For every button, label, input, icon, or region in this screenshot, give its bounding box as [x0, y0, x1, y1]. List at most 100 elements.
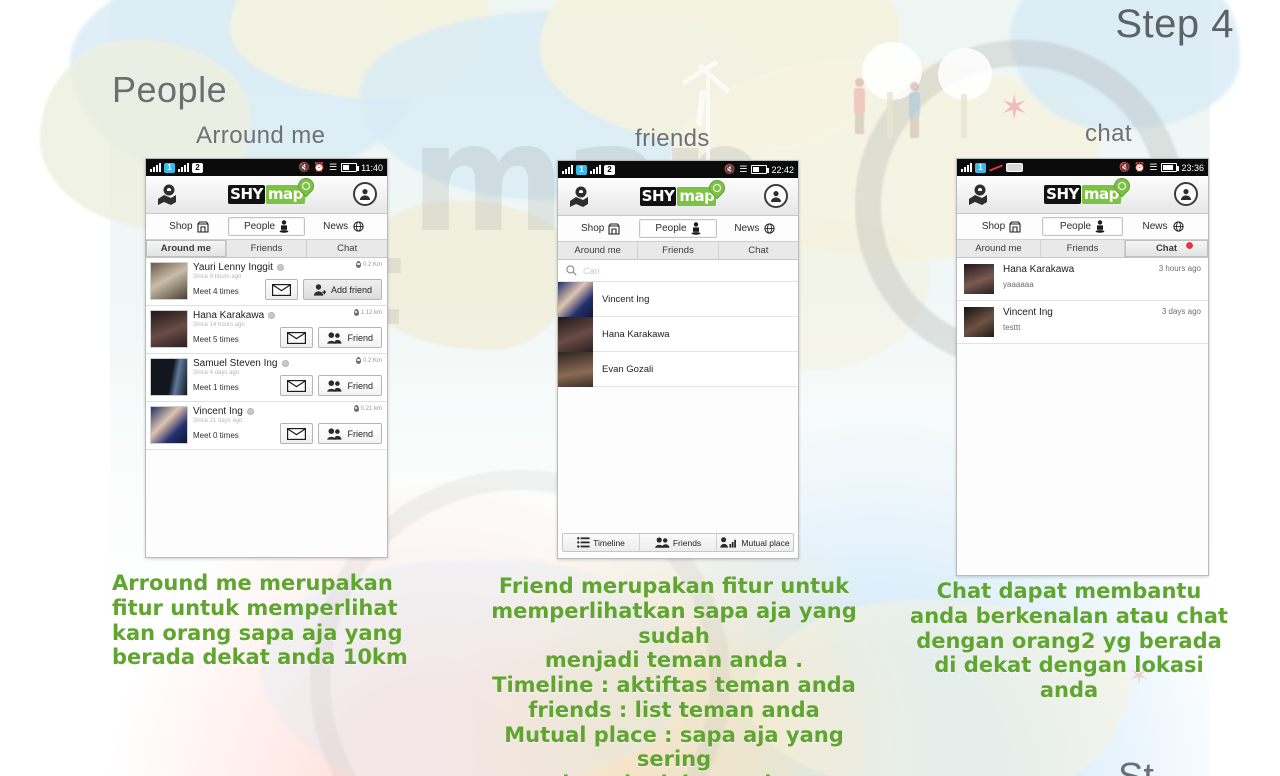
signal-bars-icon: [590, 165, 601, 174]
map-pin-icon[interactable]: [566, 184, 592, 210]
nav-shop-label: Shop: [169, 221, 193, 232]
status-bar: 1 2 🔇 ☰ 22:42: [558, 161, 798, 178]
list-item[interactable]: Yauri Lenny Inggit Since 9 hours ago Mee…: [146, 258, 387, 306]
avatar: [150, 310, 188, 348]
nav-people-label: People: [243, 221, 276, 232]
nav-people-label: People: [1059, 221, 1092, 232]
nav-people[interactable]: People: [227, 217, 306, 236]
bottom-nav-friends[interactable]: Friends: [640, 534, 717, 551]
nav-news[interactable]: News: [305, 217, 383, 236]
profile-avatar-icon[interactable]: [764, 183, 790, 210]
globe-icon: [353, 221, 364, 232]
tab-around-me[interactable]: Around me: [558, 242, 639, 259]
friends-list: Vincent Ing Hana Karakawa Evan Gozali: [558, 281, 798, 387]
list-item[interactable]: Hana Karakawa yaaaaaa 3 hours ago: [957, 258, 1208, 301]
nav-people[interactable]: People: [1042, 217, 1123, 236]
phone-screenshot-friends: 1 2 🔇 ☰ 22:42 SHY map Shop People News A…: [557, 160, 799, 559]
nav-shop[interactable]: Shop: [150, 217, 228, 236]
nav-people-label: People: [655, 223, 687, 234]
list-item[interactable]: Vincent Ing: [558, 281, 798, 317]
person-distance: 0.2 Km: [355, 261, 382, 268]
nav-news[interactable]: News: [1123, 217, 1204, 236]
nav-news[interactable]: News: [717, 219, 794, 238]
friend-button[interactable]: Friend: [318, 327, 382, 348]
tab-chat[interactable]: Chat: [719, 242, 798, 259]
add-friend-button[interactable]: Add friend: [302, 279, 382, 300]
shop-icon: [1009, 220, 1021, 233]
tab-chat[interactable]: Chat: [1125, 240, 1208, 257]
avatar: [964, 264, 994, 294]
pin-icon: [353, 309, 359, 316]
list-item[interactable]: Hana Karakawa: [558, 316, 798, 352]
status-dot-icon: [276, 264, 284, 271]
tab-friends[interactable]: Friends: [227, 240, 308, 257]
secondary-tabs: Around me Friends Chat: [558, 242, 798, 260]
tab-friends[interactable]: Friends: [1041, 240, 1125, 257]
logo-shy-text: SHY: [228, 185, 265, 204]
tab-around-me[interactable]: Around me: [957, 240, 1041, 257]
sim2-badge: 2: [604, 164, 615, 175]
signal-bars-icon: [178, 163, 189, 172]
logo-shy-text: SHY: [1044, 185, 1081, 204]
person-name: Yauri Lenny Inggit: [193, 262, 273, 273]
globe-icon: [764, 223, 775, 234]
message-button[interactable]: [280, 375, 314, 396]
nav-news-label: News: [734, 223, 760, 234]
bottom-nav-mutual-place[interactable]: Mutual place: [717, 534, 793, 551]
list-item[interactable]: Vincent Ing testtt 3 days ago: [957, 301, 1208, 344]
list-item[interactable]: Samuel Steven Ing Since 4 days ago Meet …: [146, 354, 387, 402]
status-dot-icon: [246, 408, 254, 415]
tab-around-me[interactable]: Around me: [146, 240, 227, 257]
add-person-icon: [313, 283, 326, 296]
caption-around-me: Arround me merupakan fitur untuk memperl…: [112, 571, 408, 670]
friend-button[interactable]: Friend: [318, 375, 382, 396]
bottom-step-partial: St: [1118, 756, 1154, 776]
map-pin-icon[interactable]: [965, 182, 991, 208]
bottom-nav-timeline[interactable]: Timeline: [563, 534, 640, 551]
caption-friends: Friend merupakan fitur untuk memperlihat…: [491, 574, 857, 776]
message-button[interactable]: [264, 279, 298, 300]
app-logo: SHY map: [1044, 174, 1134, 204]
status-dot-icon: [268, 312, 276, 319]
friend-name: Vincent Ing: [602, 293, 650, 305]
friend-label: Friend: [347, 332, 373, 343]
thread-message: testtt: [1003, 323, 1021, 332]
pin-icon: [353, 405, 359, 412]
message-button[interactable]: [280, 327, 314, 348]
app-header: SHY map: [957, 174, 1208, 214]
primary-nav: Shop People News: [957, 214, 1208, 240]
column-title-chat: chat: [1085, 120, 1132, 147]
status-time: 23:36: [1181, 162, 1204, 173]
list-item[interactable]: Vincent Ing Since 21 days ago Meet 0 tim…: [146, 402, 387, 450]
profile-avatar-icon[interactable]: [1174, 181, 1200, 208]
tab-friends[interactable]: Friends: [638, 242, 719, 259]
wifi-icon: ☰: [739, 164, 748, 174]
mute-icon: 🔇: [298, 162, 310, 172]
list-item[interactable]: Evan Gozali: [558, 351, 798, 387]
friend-label: Friend: [347, 380, 373, 391]
nav-people[interactable]: People: [639, 219, 717, 238]
signal-bars-icon: [562, 165, 573, 174]
friend-button[interactable]: Friend: [318, 423, 382, 444]
envelope-icon: [287, 379, 307, 392]
app-logo: SHY map: [639, 176, 729, 206]
profile-avatar-icon[interactable]: [353, 181, 379, 208]
list-item[interactable]: Hana Karakawa Since 14 hours ago Meet 5 …: [146, 306, 387, 354]
two-people-icon: [654, 537, 670, 548]
tab-chat[interactable]: Chat: [307, 240, 387, 257]
slide-root: map t ✶ ✶ Step 4 People Arround me: [0, 0, 1280, 776]
primary-nav: Shop People News: [146, 214, 387, 240]
nav-news-label: News: [323, 221, 349, 232]
friend-name: Hana Karakawa: [602, 328, 670, 340]
bottom-nav: Timeline Friends Mutual place: [562, 533, 794, 552]
nav-shop[interactable]: Shop: [961, 217, 1042, 236]
message-button[interactable]: [280, 423, 314, 444]
app-header: SHY map: [146, 174, 387, 214]
map-pin-icon[interactable]: [154, 182, 180, 208]
nav-news-label: News: [1142, 221, 1168, 232]
step-label: Step 4: [1115, 2, 1234, 46]
search-input[interactable]: Cari: [583, 266, 600, 276]
primary-nav: Shop People News: [558, 216, 798, 242]
search-bar[interactable]: Cari: [558, 260, 798, 282]
nav-shop[interactable]: Shop: [562, 219, 639, 238]
